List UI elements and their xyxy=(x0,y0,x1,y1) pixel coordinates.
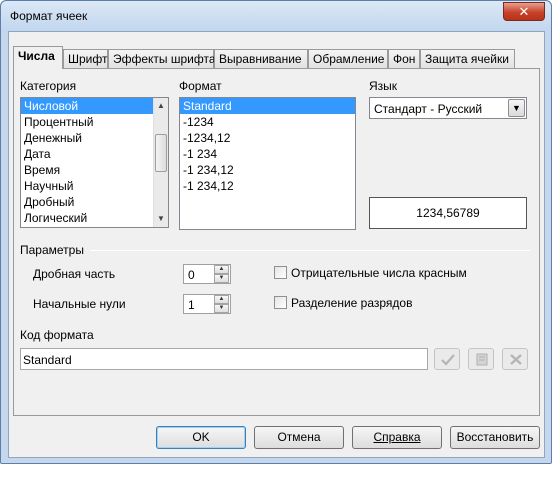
preview-value: 1234,56789 xyxy=(416,206,480,220)
spin-down-icon[interactable]: ▼ xyxy=(214,274,229,283)
thousands-separator-checkbox[interactable] xyxy=(274,296,287,309)
list-item[interactable]: Процентный xyxy=(21,114,168,130)
list-item[interactable]: -1234 xyxy=(180,114,355,130)
edit-comment-button[interactable] xyxy=(468,348,494,370)
list-item[interactable]: Логический xyxy=(21,210,168,226)
tab-label: Фон xyxy=(393,52,416,66)
tab-label: Обрамление xyxy=(313,52,385,66)
negative-red-label: Отрицательные числа красным xyxy=(291,266,467,280)
tab-numbers[interactable]: Числа xyxy=(13,46,63,69)
format-label: Формат xyxy=(179,79,222,93)
tab-font-effects[interactable]: Эффекты шрифта xyxy=(108,49,216,68)
spin-up-icon[interactable]: ▲ xyxy=(214,265,229,274)
check-icon xyxy=(441,354,455,366)
delete-icon xyxy=(510,354,522,365)
close-button[interactable]: ✕ xyxy=(503,2,545,21)
format-list[interactable]: Standard -1234 -1234,12 -1 234 -1 234,12… xyxy=(179,97,356,230)
reset-button[interactable]: Восстановить xyxy=(450,426,540,449)
tab-borders[interactable]: Обрамление xyxy=(308,49,388,68)
tab-label: Защита ячейки xyxy=(425,52,509,66)
list-item[interactable]: -1 234,12 xyxy=(180,178,355,194)
tab-label: Эффекты шрифта xyxy=(113,52,216,66)
apply-format-button[interactable] xyxy=(434,348,460,370)
spin-up-icon[interactable]: ▲ xyxy=(214,295,229,304)
delete-format-button[interactable] xyxy=(502,348,528,370)
tab-label: Выравнивание xyxy=(219,52,302,66)
tab-font[interactable]: Шрифт xyxy=(63,49,108,68)
format-cells-dialog: Формат ячеек ✕ Числа Шрифт Эффекты шрифт… xyxy=(0,0,552,464)
cancel-button[interactable]: Отмена xyxy=(254,426,344,449)
category-scrollbar[interactable]: ▲ ▼ xyxy=(153,98,168,227)
scroll-down-icon[interactable]: ▼ xyxy=(154,211,168,227)
thousands-separator-label: Разделение разрядов xyxy=(291,296,413,310)
numbers-tab-panel: Категория Числовой Процентный Денежный Д… xyxy=(13,68,540,416)
list-item[interactable]: Дата xyxy=(21,146,168,162)
decimal-places-value: 0 xyxy=(188,268,195,282)
negative-red-checkbox[interactable] xyxy=(274,266,287,279)
list-item[interactable]: Дробный xyxy=(21,194,168,210)
ok-button[interactable]: OK xyxy=(156,426,246,449)
comment-icon xyxy=(476,353,488,366)
list-item[interactable]: -1 234 xyxy=(180,146,355,162)
reset-button-label: Восстановить xyxy=(456,430,534,444)
list-item[interactable]: Денежный xyxy=(21,130,168,146)
window-title: Формат ячеек xyxy=(10,9,88,23)
category-list[interactable]: Числовой Процентный Денежный Дата Время … xyxy=(20,97,169,228)
language-label: Язык xyxy=(369,79,398,93)
list-item[interactable]: Standard xyxy=(180,98,355,114)
title-bar[interactable]: Формат ячеек ✕ xyxy=(1,1,551,31)
spin-down-icon[interactable]: ▼ xyxy=(214,304,229,313)
options-separator xyxy=(90,250,530,251)
ok-button-label: OK xyxy=(192,430,210,444)
decimal-places-label: Дробная часть xyxy=(33,267,116,281)
decimal-places-stepper[interactable]: 0 ▲ ▼ xyxy=(183,264,231,284)
dropdown-arrow-icon[interactable]: ▼ xyxy=(508,99,525,117)
cancel-button-label: Отмена xyxy=(277,430,321,444)
list-item[interactable]: Научный xyxy=(21,178,168,194)
format-preview: 1234,56789 xyxy=(369,197,527,229)
list-item[interactable]: -1 234,12 xyxy=(180,162,355,178)
tab-cell-protection[interactable]: Защита ячейки xyxy=(420,49,515,68)
options-label: Параметры xyxy=(20,243,84,257)
tab-alignment[interactable]: Выравнивание xyxy=(214,49,308,68)
language-value: Стандарт - Русский xyxy=(374,102,483,116)
leading-zeros-label: Начальные нули xyxy=(33,297,126,311)
leading-zeros-value: 1 xyxy=(188,298,195,312)
help-button-label: Справка xyxy=(373,430,421,444)
scroll-up-icon[interactable]: ▲ xyxy=(154,98,168,114)
format-code-input[interactable]: Standard xyxy=(20,348,428,370)
list-item[interactable]: -1234,12 xyxy=(180,130,355,146)
format-code-value: Standard xyxy=(23,353,72,367)
tab-background[interactable]: Фон xyxy=(388,49,420,68)
format-code-label: Код формата xyxy=(20,328,94,342)
close-icon: ✕ xyxy=(518,4,530,19)
language-select[interactable]: Стандарт - Русский ▼ xyxy=(369,97,527,119)
category-label: Категория xyxy=(20,79,77,93)
dialog-body: Числа Шрифт Эффекты шрифта Выравнивание … xyxy=(8,31,545,458)
leading-zeros-stepper[interactable]: 1 ▲ ▼ xyxy=(183,294,231,314)
list-item[interactable]: Время xyxy=(21,162,168,178)
list-item[interactable]: Числовой xyxy=(21,98,168,114)
help-button[interactable]: Справка xyxy=(352,426,442,449)
tab-label: Числа xyxy=(18,49,55,63)
tab-label: Шрифт xyxy=(68,52,108,66)
scrollbar-thumb[interactable] xyxy=(155,134,167,172)
